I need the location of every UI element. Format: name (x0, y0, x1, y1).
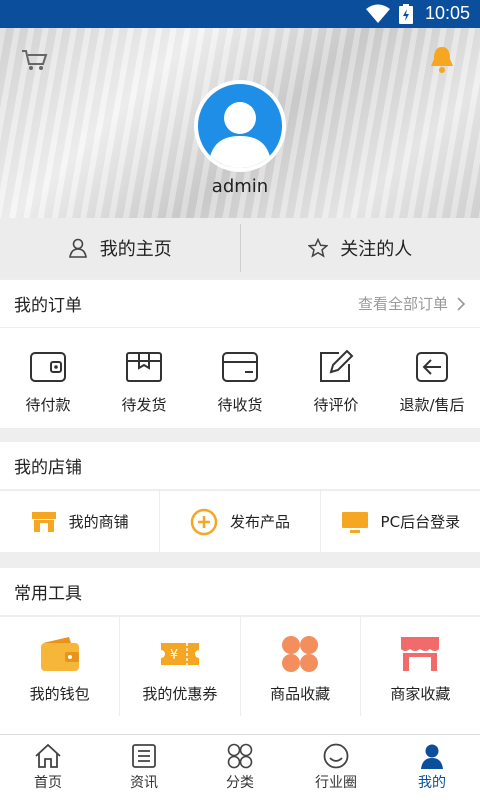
smile-icon (323, 743, 349, 769)
return-icon (416, 352, 448, 382)
wallet-icon (40, 637, 79, 671)
status-bar: 10:05 (0, 0, 480, 28)
order-pending-receipt[interactable]: 待收货 (192, 328, 288, 428)
wifi-icon (366, 4, 390, 23)
order-refund-aftersales-label: 退款/售后 (399, 396, 465, 414)
my-store-button[interactable]: 我的商铺 (0, 491, 161, 552)
publish-product-button[interactable]: 发布产品 (160, 491, 321, 552)
profile-header: admin (0, 28, 480, 218)
tools-section: 常用工具 我的钱包 ¥ 我的优惠券 商品收藏 商家收藏 (0, 568, 480, 734)
clover-icon (282, 636, 319, 672)
battery-icon (399, 4, 413, 24)
card-icon (222, 352, 258, 382)
tools-header: 常用工具 (0, 568, 480, 616)
product-favorites-label: 商品收藏 (270, 685, 331, 703)
shop-row: 我的商铺 发布产品 PC后台登录 (0, 490, 480, 552)
clock: 10:05 (424, 3, 470, 23)
tab-home-label: 首页 (34, 775, 62, 791)
order-pending-payment-label: 待付款 (25, 396, 71, 414)
my-wallet-button[interactable]: 我的钱包 (0, 617, 121, 716)
order-pending-shipment[interactable]: 待发货 (96, 328, 192, 428)
tab-home[interactable]: 首页 (0, 735, 96, 800)
order-pending-review-label: 待评价 (313, 396, 359, 414)
bottom-tab-bar: 首页 资讯 分类 行业圈 我的 (0, 734, 480, 800)
my-store-label: 我的商铺 (68, 513, 129, 531)
tab-category[interactable]: 分类 (192, 735, 288, 800)
order-pending-review[interactable]: 待评价 (288, 328, 384, 428)
pc-admin-login-label: PC后台登录 (380, 513, 461, 531)
cart-icon[interactable] (20, 48, 48, 72)
shop-header: 我的店铺 (0, 442, 480, 490)
tab-industry-circle-label: 行业圈 (315, 775, 357, 791)
order-refund-aftersales[interactable]: 退款/售后 (384, 328, 480, 428)
tools-row: 我的钱包 ¥ 我的优惠券 商品收藏 商家收藏 (0, 616, 480, 716)
avatar[interactable] (194, 80, 286, 172)
merchant-favorites-label: 商家收藏 (390, 685, 451, 703)
publish-product-label: 发布产品 (229, 513, 290, 531)
my-coupons-label: 我的优惠券 (142, 685, 218, 703)
chevron-right-icon (457, 296, 466, 311)
monitor-icon (341, 511, 368, 533)
order-pending-receipt-label: 待收货 (217, 396, 263, 414)
order-pending-payment[interactable]: 待付款 (0, 328, 96, 428)
avatar-icon (208, 102, 272, 168)
product-favorites-button[interactable]: 商品收藏 (241, 617, 361, 716)
orders-section: 我的订单 查看全部订单 待付款 待发货 待收货 待评价 退款/售后 (0, 280, 480, 428)
tools-title: 常用工具 (14, 584, 82, 604)
store-icon (31, 511, 56, 532)
tab-mine[interactable]: 我的 (384, 735, 480, 800)
box-icon (126, 352, 162, 382)
wallet-icon (30, 352, 66, 382)
my-coupons-button[interactable]: ¥ 我的优惠券 (120, 617, 241, 716)
category-icon (227, 743, 253, 769)
tab-category-label: 分类 (226, 775, 254, 791)
profile-icon (421, 744, 443, 769)
news-icon (132, 744, 156, 768)
followed-people-link[interactable]: 关注的人 (241, 218, 480, 278)
order-pending-shipment-label: 待发货 (121, 396, 167, 414)
home-icon (35, 743, 61, 768)
merchant-favorites-button[interactable]: 商家收藏 (361, 617, 480, 716)
edit-icon (320, 350, 354, 382)
view-all-orders-label: 查看全部订单 (357, 295, 448, 313)
view-all-orders-link[interactable]: 查看全部订单 (358, 293, 466, 314)
my-homepage-label: 我的主页 (99, 239, 172, 260)
tab-news-label: 资讯 (130, 775, 158, 791)
orders-title: 我的订单 (14, 296, 82, 316)
tab-news[interactable]: 资讯 (96, 735, 192, 800)
user-icon (68, 238, 87, 258)
svg-text:¥: ¥ (170, 648, 178, 663)
plus-circle-icon (190, 508, 218, 535)
orders-header: 我的订单 查看全部订单 (0, 280, 480, 328)
shop-icon (401, 637, 440, 671)
star-icon (308, 238, 329, 258)
shop-title: 我的店铺 (14, 458, 82, 478)
pc-admin-login-button[interactable]: PC后台登录 (321, 491, 480, 552)
bell-icon[interactable] (428, 44, 456, 74)
my-homepage-link[interactable]: 我的主页 (0, 218, 240, 278)
tab-industry-circle[interactable]: 行业圈 (288, 735, 384, 800)
followed-people-label: 关注的人 (340, 239, 413, 260)
username: admin (211, 176, 269, 197)
quick-links: 我的主页 关注的人 (0, 218, 480, 278)
tab-mine-label: 我的 (418, 775, 446, 791)
shop-section: 我的店铺 我的商铺 发布产品 PC后台登录 (0, 442, 480, 552)
my-wallet-label: 我的钱包 (29, 685, 90, 703)
order-status-row: 待付款 待发货 待收货 待评价 退款/售后 (0, 328, 480, 428)
coupon-icon: ¥ (160, 643, 199, 665)
